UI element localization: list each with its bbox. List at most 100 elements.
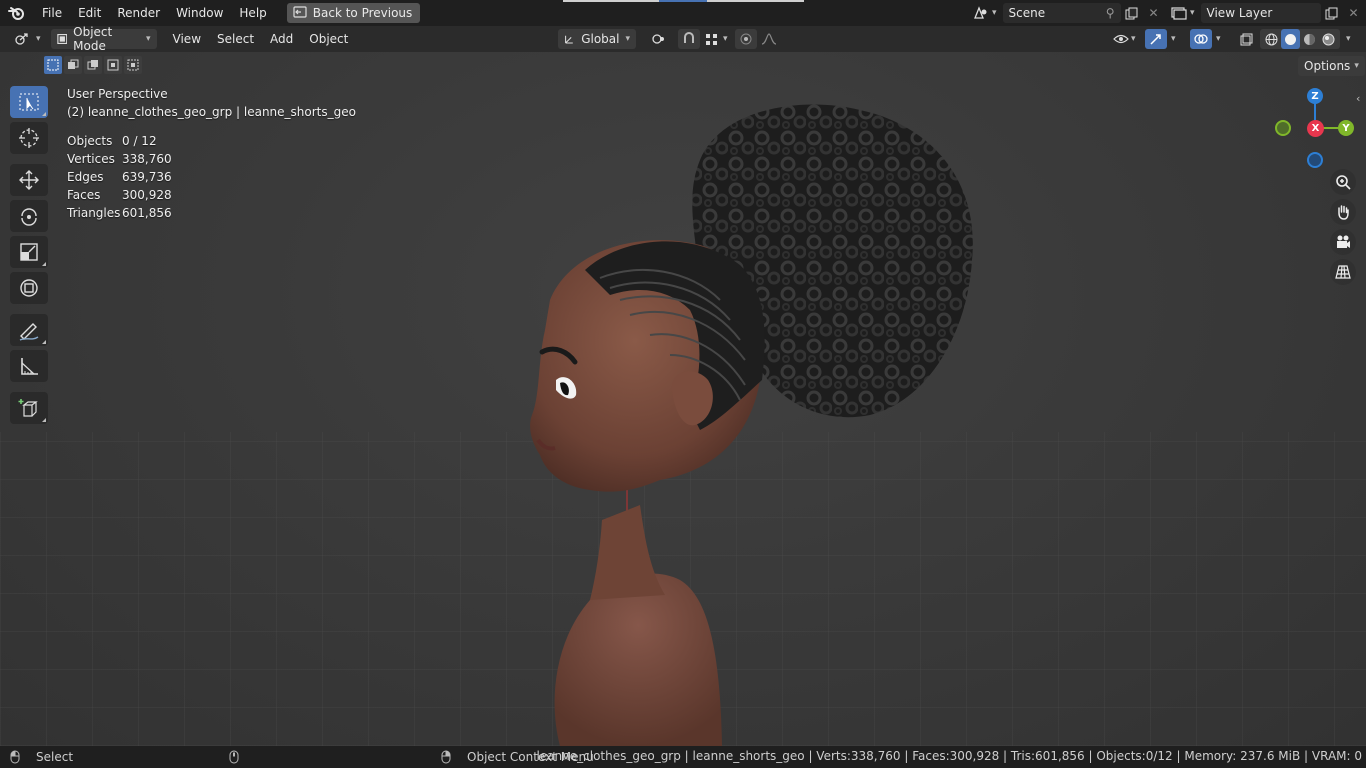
selection-mode-buttons xyxy=(44,56,142,74)
stat-label: Triangles xyxy=(67,206,121,220)
3d-viewport[interactable]: Options ▾ User Perspective (2) leanne_cl… xyxy=(0,52,1366,746)
transform-orientation-dropdown[interactable]: Global ▾ xyxy=(558,29,636,49)
solid-shading-icon[interactable] xyxy=(1281,29,1300,49)
tool-options-corner xyxy=(42,112,46,116)
overlays-toggle-icon[interactable] xyxy=(1190,29,1212,49)
snap-toggle-icon[interactable] xyxy=(678,29,700,49)
gizmo-neg-z-axis[interactable] xyxy=(1307,152,1323,168)
gizmo-z-axis[interactable]: Z xyxy=(1307,88,1323,104)
menu-edit[interactable]: Edit xyxy=(70,2,109,24)
navigation-gizmo[interactable]: Z Y X xyxy=(1270,86,1360,176)
menu-file[interactable]: File xyxy=(34,2,70,24)
view-layer-selector[interactable]: ▾ View Layer ✕ xyxy=(1168,3,1365,23)
status-bar: Select Object Context Menu leanne_clothe… xyxy=(0,746,1366,768)
chevron-down-icon[interactable]: ▾ xyxy=(723,34,728,44)
stat-value: 300,928 xyxy=(122,188,172,202)
tool-shelf xyxy=(8,86,50,428)
transform-icon xyxy=(20,279,38,297)
header-menu-object[interactable]: Object xyxy=(301,29,356,49)
stat-label: Objects xyxy=(67,134,113,148)
new-scene-icon[interactable] xyxy=(1121,3,1143,23)
scale-tool[interactable] xyxy=(10,236,48,268)
editor-type-dropdown[interactable]: ▾ xyxy=(10,29,45,49)
object-mode-dropdown[interactable]: Object Mode ▾ xyxy=(50,25,157,53)
pivot-point-icon[interactable] xyxy=(645,29,673,49)
header-menu-add[interactable]: Add xyxy=(262,29,301,49)
zoom-view-button[interactable] xyxy=(1330,169,1356,195)
stats-row-faces: Faces 300,928 xyxy=(67,186,356,204)
select-box-tool[interactable] xyxy=(10,86,48,118)
stat-value: 601,856 xyxy=(122,206,172,220)
header-menu-view[interactable]: View xyxy=(165,29,209,49)
tool-options-corner xyxy=(42,418,46,422)
add-cube-tool[interactable] xyxy=(10,392,48,424)
header-menu-select[interactable]: Select xyxy=(209,29,262,49)
perspective-toggle-button[interactable] xyxy=(1330,259,1356,285)
tool-options-corner xyxy=(42,340,46,344)
new-view-layer-icon[interactable] xyxy=(1321,3,1343,23)
rotate-icon xyxy=(21,208,37,226)
stat-label: Vertices xyxy=(67,152,115,166)
chevron-down-icon: ▾ xyxy=(1354,61,1359,71)
snap-increment-icon[interactable] xyxy=(700,29,722,49)
viewport-info-overlay: User Perspective (2) leanne_clothes_geo_… xyxy=(67,85,356,222)
options-dropdown[interactable]: Options ▾ xyxy=(1298,56,1365,76)
select-difference-icon[interactable] xyxy=(104,56,122,74)
select-extend-icon[interactable] xyxy=(64,56,82,74)
falloff-curve-icon[interactable] xyxy=(758,29,780,49)
scene-name-field[interactable]: Scene ⚲ xyxy=(1002,3,1121,23)
select-intersect-icon[interactable] xyxy=(124,56,142,74)
tool-options-corner xyxy=(42,262,46,266)
rendered-shading-icon[interactable] xyxy=(1319,29,1338,49)
material-shading-icon[interactable] xyxy=(1300,29,1319,49)
move-icon xyxy=(19,170,39,190)
move-tool[interactable] xyxy=(10,164,48,196)
cursor-icon xyxy=(19,128,39,148)
gizmo-x-axis[interactable]: X xyxy=(1307,120,1324,137)
wireframe-shading-icon[interactable] xyxy=(1262,29,1281,49)
transform-tool[interactable] xyxy=(10,272,48,304)
select-subtract-icon[interactable] xyxy=(84,56,102,74)
chevron-down-icon: ▾ xyxy=(625,34,630,44)
view-perspective-label: User Perspective xyxy=(67,87,168,101)
chevron-down-icon[interactable]: ▾ xyxy=(1346,34,1351,44)
measure-tool[interactable] xyxy=(10,350,48,382)
view-layer-icon[interactable] xyxy=(1168,3,1190,23)
chevron-down-icon[interactable]: ▾ xyxy=(1131,34,1136,44)
gizmo-neg-y-axis[interactable] xyxy=(1275,120,1291,136)
options-label: Options xyxy=(1304,59,1351,73)
menu-help[interactable]: Help xyxy=(231,2,274,24)
chevron-down-icon: ▾ xyxy=(36,34,41,44)
scene-icon[interactable] xyxy=(970,3,992,23)
xray-toggle-icon[interactable] xyxy=(1235,29,1257,49)
orientation-icon xyxy=(565,35,573,44)
gizmo-toggle-icon[interactable] xyxy=(1145,29,1167,49)
stat-value: 639,736 xyxy=(122,170,172,184)
pin-icon[interactable]: ⚲ xyxy=(1106,6,1115,20)
sidebar-toggle-chevron-icon[interactable]: ‹ xyxy=(1356,92,1360,105)
proportional-edit-icon[interactable] xyxy=(735,29,757,49)
stat-label: Faces xyxy=(67,188,101,202)
blender-logo-icon[interactable] xyxy=(0,6,34,20)
cursor-tool[interactable] xyxy=(10,122,48,154)
chevron-down-icon[interactable]: ▾ xyxy=(1171,34,1176,44)
rotate-tool[interactable] xyxy=(10,200,48,232)
back-to-previous-button[interactable]: Back to Previous xyxy=(286,3,421,23)
visibility-eye-icon[interactable] xyxy=(1110,29,1132,49)
close-scene-icon[interactable]: ✕ xyxy=(1143,3,1165,23)
scene-selector[interactable]: ▾ Scene ⚲ ✕ xyxy=(970,3,1165,23)
chevron-down-icon[interactable]: ▾ xyxy=(1216,34,1221,44)
chevron-down-icon: ▾ xyxy=(992,8,997,18)
stats-row-edges: Edges 639,736 xyxy=(67,168,356,186)
status-select-hint: Select xyxy=(10,750,73,764)
pan-view-button[interactable] xyxy=(1330,199,1356,225)
close-view-layer-icon[interactable]: ✕ xyxy=(1343,3,1365,23)
annotate-tool[interactable] xyxy=(10,314,48,346)
view-layer-name-field[interactable]: View Layer xyxy=(1200,3,1321,23)
select-new-icon[interactable] xyxy=(44,56,62,74)
menu-window[interactable]: Window xyxy=(168,2,231,24)
menu-render[interactable]: Render xyxy=(109,2,168,24)
camera-view-button[interactable] xyxy=(1330,229,1356,255)
gizmo-y-axis[interactable]: Y xyxy=(1338,120,1354,136)
shading-mode-group xyxy=(1260,29,1340,49)
